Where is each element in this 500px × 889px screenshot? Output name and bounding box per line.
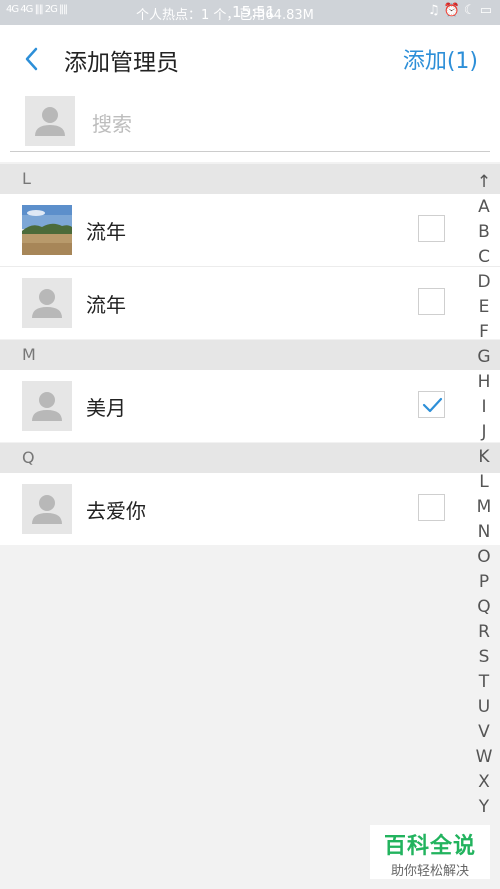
index-letter[interactable]: U: [478, 695, 490, 720]
search-input[interactable]: [90, 98, 474, 150]
select-checkbox[interactable]: [418, 494, 445, 521]
landscape-photo: [22, 205, 72, 255]
contact-name: 流年: [86, 293, 126, 317]
page-title: 添加管理员: [64, 50, 179, 76]
person-placeholder-icon: [35, 107, 65, 136]
checkmark-icon: [422, 397, 443, 413]
index-letter[interactable]: J: [481, 420, 486, 445]
status-icons: ♫ ⏰ ☾ ▭: [427, 3, 492, 18]
select-checkbox-checked[interactable]: [418, 391, 445, 418]
search-underline: [10, 151, 490, 152]
back-button[interactable]: [18, 39, 48, 79]
index-letter[interactable]: M: [477, 495, 492, 520]
contact-row[interactable]: 流年: [0, 267, 500, 339]
status-time: 15:51: [232, 3, 276, 21]
section-header-m: M: [0, 340, 500, 370]
index-letter[interactable]: D: [477, 270, 490, 295]
index-letter[interactable]: V: [478, 720, 490, 745]
index-letter[interactable]: I: [481, 395, 486, 420]
index-letter[interactable]: F: [479, 320, 489, 345]
contact-name: 去爱你: [86, 499, 146, 523]
index-letter[interactable]: X: [478, 770, 490, 795]
person-placeholder-icon: [32, 392, 62, 421]
index-letter[interactable]: B: [478, 220, 490, 245]
watermark-subtitle: 助你轻松解决: [390, 864, 469, 879]
person-placeholder-icon: [32, 495, 62, 524]
index-letter[interactable]: Q: [477, 595, 490, 620]
index-letter[interactable]: L: [479, 470, 488, 495]
avatar: [22, 484, 72, 534]
select-checkbox[interactable]: [418, 215, 445, 242]
avatar: [22, 205, 72, 255]
contact-row[interactable]: 去爱你: [0, 473, 500, 545]
index-letter[interactable]: ↑: [477, 170, 491, 195]
chevron-left-icon: [25, 47, 38, 71]
contact-name: 美月: [86, 396, 126, 420]
select-checkbox[interactable]: [418, 288, 445, 315]
hotspot-status: 个人热点：1 个，已用64.83M: [136, 8, 314, 23]
search-avatar: [25, 96, 75, 146]
index-letter[interactable]: O: [477, 545, 490, 570]
index-letter[interactable]: R: [478, 620, 490, 645]
search-row: [0, 92, 500, 162]
index-letter[interactable]: Y: [479, 795, 489, 820]
index-letter[interactable]: H: [478, 370, 491, 395]
index-letter[interactable]: G: [477, 345, 490, 370]
index-letter[interactable]: K: [478, 445, 489, 470]
alphabet-index-bar[interactable]: ↑ A B C D E F G H I J K L M N O P Q R S T U V W X Y: [470, 170, 498, 820]
contact-row[interactable]: 流年: [0, 194, 500, 267]
watermark-title: 百科全说: [383, 834, 476, 859]
watermark-logo: 百科全说 助你轻松解决: [370, 825, 490, 879]
avatar: [22, 381, 72, 431]
index-letter[interactable]: E: [479, 295, 490, 320]
index-letter[interactable]: N: [478, 520, 491, 545]
section-header-l: L: [0, 164, 500, 194]
person-placeholder-icon: [32, 289, 62, 318]
index-letter[interactable]: P: [479, 570, 489, 595]
section-header-q: Q: [0, 443, 500, 473]
index-letter[interactable]: S: [479, 645, 490, 670]
index-letter[interactable]: C: [478, 245, 490, 270]
index-letter[interactable]: W: [476, 745, 493, 770]
contact-name: 流年: [86, 220, 126, 244]
index-letter[interactable]: A: [478, 195, 490, 220]
avatar: [22, 278, 72, 328]
contact-row[interactable]: 美月: [0, 370, 500, 442]
index-letter[interactable]: T: [479, 670, 489, 695]
status-bar: 4G 4G ‖‖ 2G ‖‖ 个人热点：1 个，已用64.83M 15:51 ♫…: [0, 0, 500, 25]
header-bar: 添加管理员 添加(1): [0, 25, 500, 92]
signal-icon: 4G 4G ‖‖ 2G ‖‖: [6, 4, 68, 15]
add-button[interactable]: 添加(1): [403, 43, 478, 75]
